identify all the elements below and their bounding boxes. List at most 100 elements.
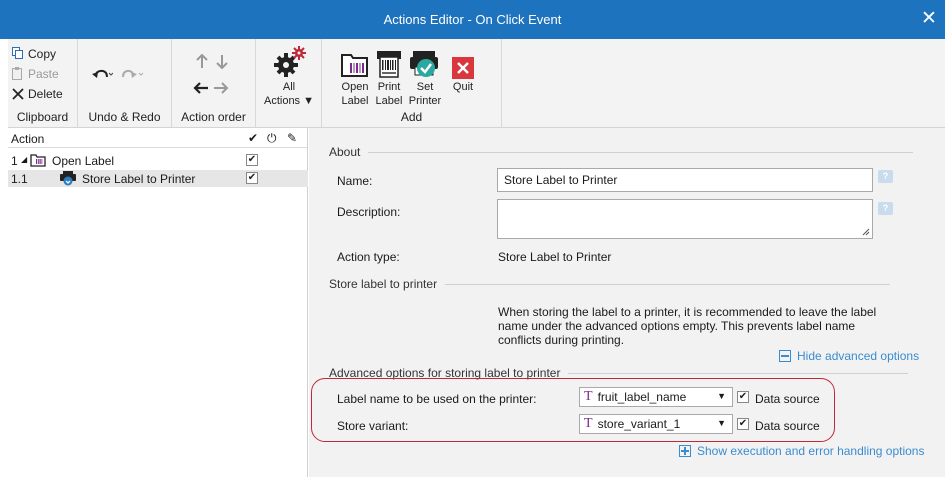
copy-label: Copy [28,46,57,61]
name-input[interactable]: Store Label to Printer [497,168,873,192]
quit-button[interactable]: Quit [446,45,480,93]
window-title: Actions Editor - On Click Event [383,12,562,27]
redo-icon[interactable] [122,67,144,81]
hide-advanced-options-link[interactable]: Hide advanced options [779,349,919,363]
set-printer-icon [410,51,438,77]
store-section-title: Store label to printer [329,277,438,291]
chevron-down-icon: ▼ [717,418,726,428]
properties-pane: About Name: Store Label to Printer ? Des… [309,128,945,477]
label-name-label: Label name to be used on the printer: [337,392,537,406]
delete-button[interactable]: Delete [12,85,63,102]
clipboard-group: Copy Paste Delete Clipboard [8,39,78,128]
enabled-checkbox[interactable]: ✔ [246,172,258,184]
move-left-icon[interactable] [193,81,209,95]
tree-row-open-label[interactable]: 1 ◢ Open Label ✔ [8,152,308,169]
store-variant-combo[interactable]: T store_variant_1 ▼ [579,414,733,434]
enabled-checkbox[interactable]: ✔ [246,154,258,166]
action-tree: Action ✔ ⏻ ✎ 1 ◢ Open Label ✔ 1.1 Store … [8,128,308,477]
open-label-label-2: Label [341,95,369,107]
variable-icon: T [584,416,593,431]
add-group: Open Label Print Label Set Printer Quit … [322,39,502,128]
action-order-group-label: Action order [181,110,246,124]
open-label-label-1: Open [341,81,369,93]
print-label-icon [377,51,401,78]
move-right-icon[interactable] [213,81,229,95]
resize-grip-icon[interactable] [862,228,870,236]
action-type-value: Store Label to Printer [498,250,612,264]
delete-icon [12,87,24,100]
close-icon[interactable]: ✕ [919,9,939,29]
label-name-value: fruit_label_name [597,390,687,404]
undo-redo-group: Undo & Redo [78,39,172,128]
delete-label: Delete [28,86,63,101]
tree-header: Action ✔ ⏻ ✎ [8,128,307,148]
open-label-button[interactable]: Open Label [338,45,372,107]
action-column-header: Action [11,132,45,146]
action-order-group: Action order [172,39,256,128]
enabled-column-icon: ✔ [248,131,259,145]
undo-icon[interactable] [91,67,113,81]
chevron-down-icon: ▼ [717,391,726,401]
store-info-text: When storing the label to a printer, it … [498,305,877,347]
all-actions-label-1: All [282,81,296,93]
move-down-icon[interactable] [215,54,229,69]
expand-icon [679,445,691,457]
expander-icon[interactable]: ◢ [21,155,27,164]
store-variant-value: store_variant_1 [597,417,681,431]
label-name-combo[interactable]: T fruit_label_name ▼ [579,387,733,407]
undo-redo-group-label: Undo & Redo [88,110,161,124]
power-column-icon: ⏻ [267,131,277,145]
name-label: Name: [337,174,373,188]
paste-label: Paste [28,66,59,81]
store-variant-label: Store variant: [337,419,409,433]
quit-icon [452,57,474,79]
about-section-title: About [329,145,361,159]
description-label: Description: [337,205,401,219]
add-group-label: Add [400,110,423,124]
print-label-button[interactable]: Print Label [372,45,406,107]
quit-label: Quit [452,81,474,93]
all-actions-group: All Actions ▼ [256,39,322,128]
copy-icon [12,47,23,59]
paste-icon [12,67,22,80]
edit-column-icon: ✎ [287,131,298,145]
gears-icon [274,46,306,77]
store-label-icon [60,171,76,189]
store-variant-data-source-checkbox[interactable]: ✔ [737,418,749,430]
set-printer-button[interactable]: Set Printer [406,45,444,107]
show-execution-options-label: Show execution and error handling option… [697,444,925,458]
all-actions-label-2: Actions ▼ [263,95,314,107]
ribbon: Copy Paste Delete Clipboard Undo & Redo … [8,39,945,128]
title-bar: Actions Editor - On Click Event ✕ [0,0,945,39]
name-help-icon[interactable]: ? [878,170,893,183]
open-label-icon [341,54,368,77]
set-printer-label-1: Set [416,81,434,93]
move-up-icon[interactable] [195,54,209,69]
about-section-header: About [329,145,914,159]
description-help-icon[interactable]: ? [878,202,893,215]
tree-row-store-label[interactable]: 1.1 Store Label to Printer ✔ [8,170,308,187]
open-label-icon [30,153,46,170]
print-label-label-1: Print [377,81,401,93]
print-label-label-2: Label [375,95,403,107]
tree-row-number: 1.1 [11,172,28,186]
label-name-data-source-checkbox[interactable]: ✔ [737,391,749,403]
section-divider [568,372,909,374]
clipboard-group-label: Clipboard [16,110,69,124]
copy-button[interactable]: Copy [12,45,56,62]
description-input[interactable] [497,199,873,239]
action-type-label: Action type: [337,250,400,264]
store-variant-data-source-label: Data source [755,419,820,433]
collapse-icon [779,350,791,362]
section-divider [445,283,891,285]
label-name-data-source-label: Data source [755,392,820,406]
show-execution-options-link[interactable]: Show execution and error handling option… [679,444,924,458]
hide-advanced-options-label: Hide advanced options [797,349,920,363]
all-actions-button[interactable]: All Actions ▼ [256,45,322,107]
section-divider [368,151,914,153]
store-section-header: Store label to printer [329,277,891,291]
variable-icon: T [584,389,593,404]
paste-button[interactable]: Paste [12,65,59,82]
tree-row-label: Open Label [52,154,115,168]
set-printer-label-2: Printer [408,95,442,107]
